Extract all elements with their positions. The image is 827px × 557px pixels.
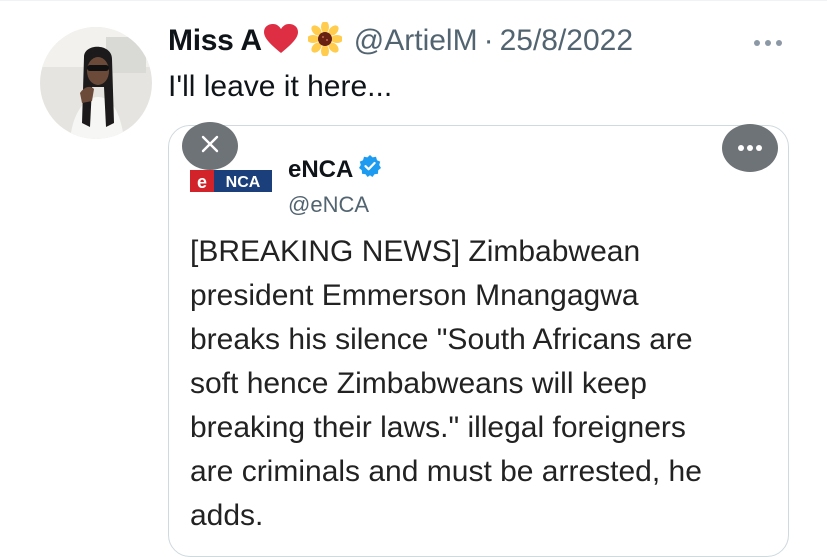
embedded-handle[interactable]: @eNCA — [288, 192, 369, 218]
text-line: [BREAKING NEWS] Zimbabwean — [190, 235, 641, 268]
tweet-text: I'll leave it here... — [168, 70, 393, 103]
handle[interactable]: @ArtielM — [354, 24, 478, 58]
text-line: breaks his silence "South Africans are — [190, 323, 693, 356]
embedded-name-text: eNCA — [288, 155, 354, 183]
text-line: are criminals and must be arrested, he — [190, 455, 702, 488]
close-icon — [200, 134, 220, 159]
more-horizontal-icon[interactable] — [746, 28, 790, 58]
embedded-tweet-text: [BREAKING NEWS] Zimbabwean president Emm… — [190, 230, 775, 538]
display-name[interactable]: Miss A — [168, 24, 262, 58]
red-heart-icon — [263, 23, 298, 59]
tweet-header: Miss A @ArtielM · 25/8/2022 — [168, 18, 633, 64]
close-button[interactable] — [182, 122, 238, 170]
embedded-display-name[interactable]: eNCA — [288, 155, 382, 184]
tweet: Miss A @ArtielM · 25/8/2022 I'll leave i… — [0, 0, 827, 557]
svg-text:e: e — [197, 172, 207, 192]
top-divider — [0, 0, 827, 1]
text-line: adds. — [190, 499, 264, 532]
text-line: president Emmerson Mnangagwa — [190, 279, 639, 312]
embedded-more-button[interactable] — [722, 124, 778, 172]
more-horizontal-icon — [737, 139, 763, 157]
sunflower-icon — [306, 20, 343, 61]
timestamp[interactable]: 25/8/2022 — [500, 24, 633, 58]
separator-dot: · — [483, 24, 494, 57]
enca-logo: e NCA — [190, 166, 272, 195]
text-line: soft hence Zimbabweans will keep — [190, 367, 647, 400]
text-line: breaking their laws." illegal foreigners — [190, 411, 686, 444]
avatar[interactable] — [40, 27, 152, 139]
svg-text:NCA: NCA — [226, 174, 261, 191]
verified-badge-icon — [359, 155, 382, 184]
